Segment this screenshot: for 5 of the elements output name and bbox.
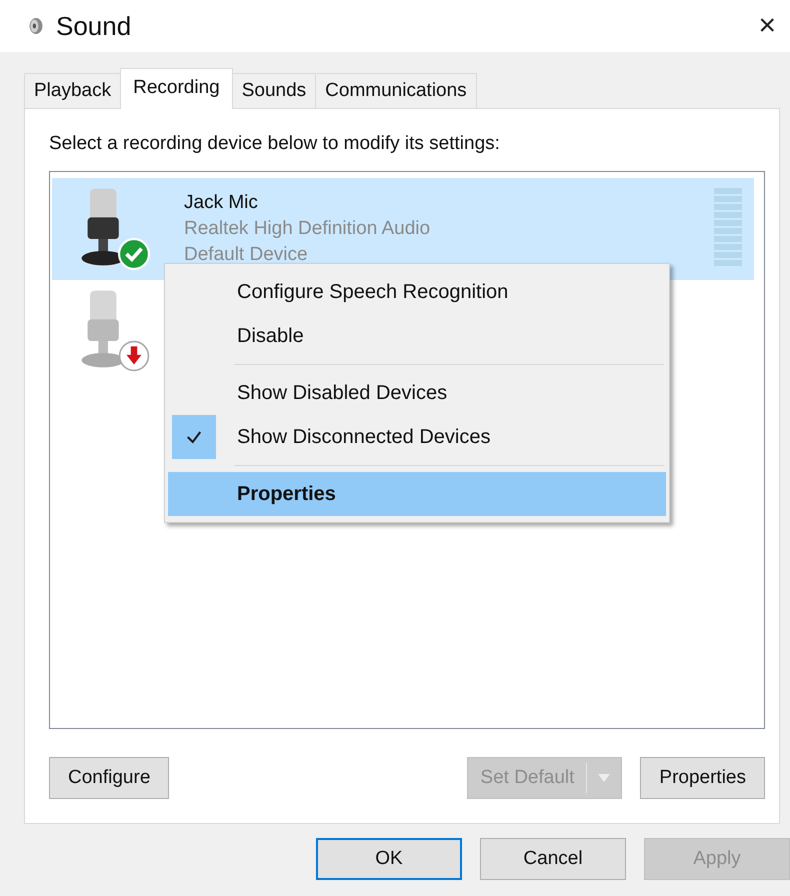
window-title: Sound [56,10,132,42]
instruction-text: Select a recording device below to modify its settings: [49,133,501,155]
device-name: Jack Mic [184,191,259,215]
device-status: Default Device [184,243,309,267]
device-driver: Realtek High Definition Audio [184,217,432,241]
